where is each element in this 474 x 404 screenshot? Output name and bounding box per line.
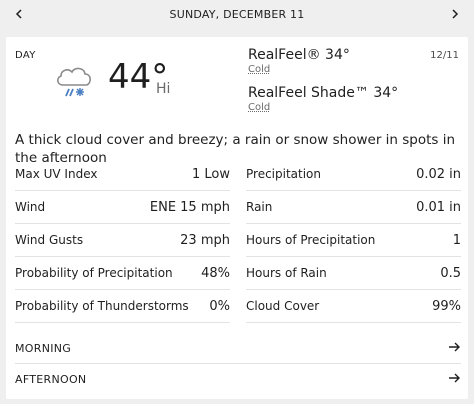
detail-item: Hours of Rain 0.5	[246, 257, 461, 290]
detail-label: Rain	[246, 200, 273, 214]
detail-value: 23 mph	[180, 232, 230, 248]
detail-item: Max UV Index 1 Low	[15, 158, 230, 191]
detail-row: Wind Gusts 23 mph Hours of Precipitation…	[15, 224, 461, 257]
chevron-right-icon[interactable]	[446, 5, 464, 23]
day-forecast-card: DAY 12/11 44° Hi RealFeel® 34° Cold Real…	[6, 37, 468, 399]
detail-value: 0%	[209, 298, 230, 314]
date-title: SUNDAY, DECEMBER 11	[169, 7, 305, 21]
detail-item: Wind ENE 15 mph	[15, 191, 230, 224]
detail-label: Wind	[15, 200, 46, 214]
morning-link[interactable]: MORNING	[15, 333, 461, 364]
detail-value: 0.5	[440, 265, 461, 281]
detail-label: Hours of Rain	[246, 266, 327, 280]
cloud-rain-snow-icon	[54, 63, 98, 99]
detail-item: Probability of Thunderstorms 0%	[15, 290, 230, 323]
detail-label: Probability of Thunderstorms	[15, 299, 189, 313]
detail-item: Hours of Precipitation 1	[246, 224, 461, 257]
temperature-hi-label: Hi	[156, 81, 171, 97]
detail-label: Max UV Index	[15, 167, 98, 181]
detail-value: 0.01 in	[416, 199, 461, 215]
detail-value: 1	[452, 232, 461, 248]
detail-value: 0.02 in	[416, 166, 461, 182]
detail-item: Rain 0.01 in	[246, 191, 461, 224]
detail-row: Probability of Precipitation 48% Hours o…	[15, 257, 461, 290]
detail-value: 1 Low	[191, 166, 230, 182]
detail-item: Precipitation 0.02 in	[246, 158, 461, 191]
detail-row: Probability of Thunderstorms 0% Cloud Co…	[15, 290, 461, 323]
detail-label: Hours of Precipitation	[246, 233, 376, 247]
detail-label: Precipitation	[246, 167, 322, 181]
arrow-right-icon	[449, 373, 461, 386]
day-label: DAY	[15, 50, 36, 61]
realfeel-shade: RealFeel Shade™ 34° Cold	[248, 84, 398, 113]
detail-row: Wind ENE 15 mph Rain 0.01 in	[15, 191, 461, 224]
realfeel: RealFeel® 34° Cold	[248, 46, 350, 75]
date-navigation-bar: SUNDAY, DECEMBER 11	[0, 0, 474, 28]
detail-item: Probability of Precipitation 48%	[15, 257, 230, 290]
realfeel-shade-description[interactable]: Cold	[248, 102, 398, 113]
arrow-right-icon	[449, 342, 461, 355]
realfeel-description[interactable]: Cold	[248, 64, 350, 75]
afternoon-link[interactable]: AFTERNOON	[15, 364, 461, 394]
realfeel-value: RealFeel® 34°	[248, 47, 350, 63]
detail-label: Wind Gusts	[15, 233, 84, 247]
short-date: 12/11	[430, 50, 459, 61]
chevron-left-icon[interactable]	[10, 5, 28, 23]
detail-value: 99%	[432, 298, 461, 314]
detail-row: Max UV Index 1 Low Precipitation 0.02 in	[15, 158, 461, 191]
detail-item: Cloud Cover 99%	[246, 290, 461, 323]
forecast-details: Max UV Index 1 Low Precipitation 0.02 in…	[15, 158, 461, 323]
detail-label: Probability of Precipitation	[15, 266, 173, 280]
detail-value: 48%	[201, 265, 230, 281]
afternoon-label: AFTERNOON	[15, 372, 87, 386]
morning-label: MORNING	[15, 341, 72, 355]
detail-value: ENE 15 mph	[149, 199, 230, 215]
detail-label: Cloud Cover	[246, 299, 320, 313]
detail-item: Wind Gusts 23 mph	[15, 224, 230, 257]
realfeel-shade-value: RealFeel Shade™ 34°	[248, 85, 399, 101]
